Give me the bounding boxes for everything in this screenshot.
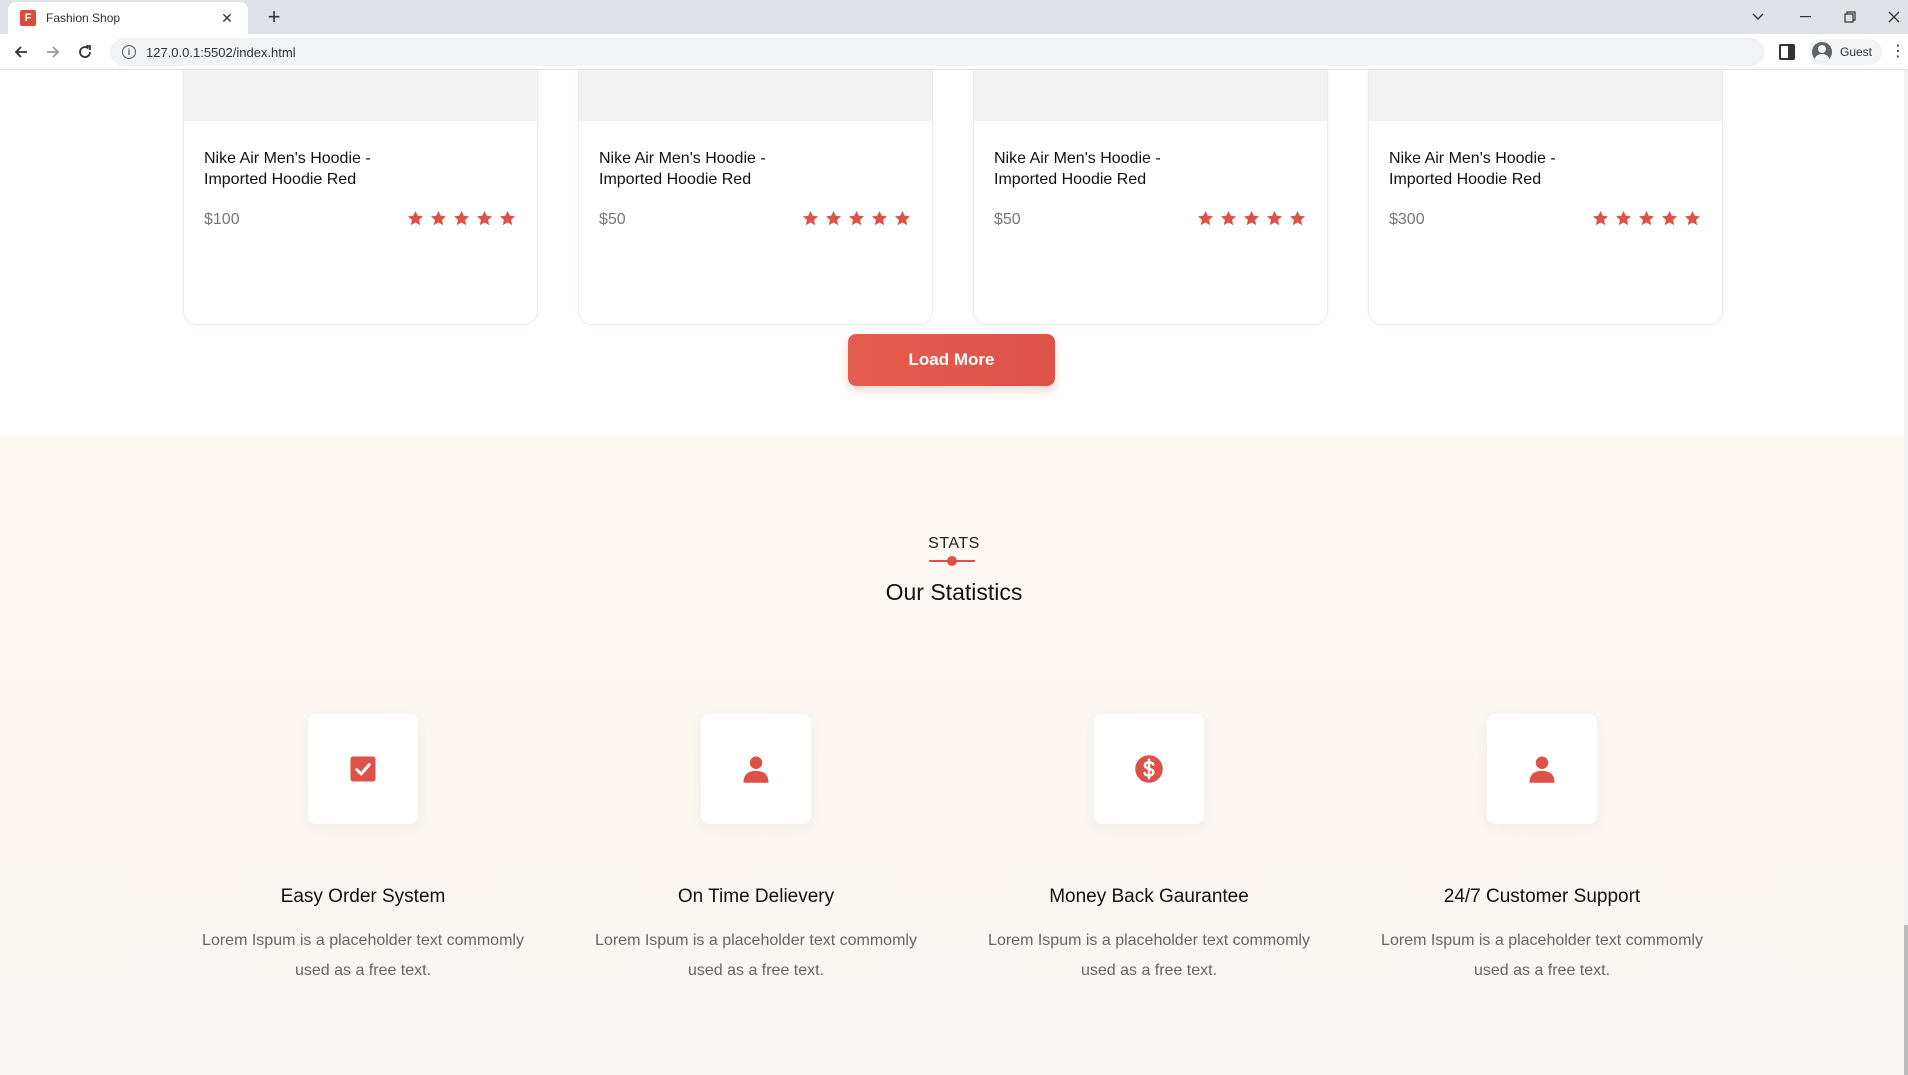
star-icon xyxy=(1288,209,1307,228)
star-icon xyxy=(870,209,889,228)
feature-icon-box xyxy=(1487,714,1597,824)
star-icon xyxy=(801,209,820,228)
user-icon xyxy=(1527,754,1557,784)
product-card[interactable]: Nike Air Men's Hoodie - Imported Hoodie … xyxy=(973,70,1328,325)
page-scrollbar[interactable] xyxy=(1904,70,1908,1075)
tab-title: Fashion Shop xyxy=(46,11,121,25)
star-icon xyxy=(452,209,471,228)
reload-icon[interactable] xyxy=(72,40,98,64)
close-window-icon[interactable] xyxy=(1874,4,1908,30)
feature-title: On Time Delievery xyxy=(677,886,835,907)
feature-description: Lorem Ispum is a placeholder text commom… xyxy=(595,932,917,979)
feature-icon-box xyxy=(701,714,811,824)
info-icon[interactable]: i xyxy=(122,45,136,59)
tab-bar: F Fashion Shop ✕ + xyxy=(0,0,1908,34)
star-icon xyxy=(1591,209,1610,228)
star-icon xyxy=(847,209,866,228)
star-icon xyxy=(1242,209,1261,228)
product-name[interactable]: Nike Air Men's Hoodie - Imported Hoodie … xyxy=(994,148,1194,190)
section-divider xyxy=(929,556,975,566)
menu-icon[interactable]: ⋮ xyxy=(1890,42,1906,62)
address-bar: i 127.0.0.1:5502/index.html Guest ⋮ xyxy=(0,34,1908,70)
product-price: $100 xyxy=(204,211,240,228)
feature-title: 24/7 Customer Support xyxy=(1443,886,1641,907)
feature-title: Easy Order System xyxy=(280,886,446,907)
product-image[interactable] xyxy=(184,70,537,121)
product-card[interactable]: Nike Air Men's Hoodie - Imported Hoodie … xyxy=(1368,70,1723,325)
section-label: STATS xyxy=(928,535,980,552)
star-icon xyxy=(824,209,843,228)
tab-search-icon[interactable] xyxy=(1738,4,1778,30)
product-name[interactable]: Nike Air Men's Hoodie - Imported Hoodie … xyxy=(1389,148,1589,190)
section-title: Our Statistics xyxy=(885,579,1023,605)
favicon-icon: F xyxy=(20,10,36,26)
product-card[interactable]: Nike Air Men's Hoodie - Imported Hoodie … xyxy=(183,70,538,325)
product-name[interactable]: Nike Air Men's Hoodie - Imported Hoodie … xyxy=(599,148,799,190)
url-text: 127.0.0.1:5502/index.html xyxy=(146,44,296,60)
restore-icon[interactable] xyxy=(1830,4,1870,30)
user-icon xyxy=(741,754,771,784)
feature-description: Lorem Ispum is a placeholder text commom… xyxy=(1381,932,1703,979)
star-icon xyxy=(475,209,494,228)
product-card[interactable]: Nike Air Men's Hoodie - Imported Hoodie … xyxy=(578,70,933,325)
product-rating xyxy=(406,209,517,228)
product-rating xyxy=(1591,209,1702,228)
star-icon xyxy=(1196,209,1215,228)
page-viewport: Nike Air Men's Hoodie - Imported Hoodie … xyxy=(0,70,1908,1075)
product-price: $50 xyxy=(994,211,1021,228)
star-icon xyxy=(893,209,912,228)
forward-icon[interactable] xyxy=(40,40,66,64)
close-tab-icon[interactable]: ✕ xyxy=(218,10,236,27)
products-section: Nike Air Men's Hoodie - Imported Hoodie … xyxy=(0,70,1908,436)
star-icon xyxy=(406,209,425,228)
product-image[interactable] xyxy=(579,70,932,121)
new-tab-button[interactable]: + xyxy=(260,4,288,30)
star-icon xyxy=(1614,209,1633,228)
product-rating xyxy=(1196,209,1307,228)
star-icon xyxy=(1265,209,1284,228)
star-icon xyxy=(498,209,517,228)
load-more-button[interactable]: Load More xyxy=(848,334,1055,386)
stats-section: STATS Our Statistics Easy Order System Lo… xyxy=(0,436,1908,1075)
star-icon xyxy=(1683,209,1702,228)
product-rating xyxy=(801,209,912,228)
profile-icon xyxy=(1812,42,1832,62)
feature-description: Lorem Ispum is a placeholder text commom… xyxy=(988,932,1310,979)
product-price: $300 xyxy=(1389,211,1425,228)
minimize-icon[interactable] xyxy=(1786,4,1826,30)
product-price: $50 xyxy=(599,211,626,228)
scrollbar-thumb[interactable] xyxy=(1904,925,1908,1075)
product-name[interactable]: Nike Air Men's Hoodie - Imported Hoodie … xyxy=(204,148,404,190)
back-icon[interactable] xyxy=(8,40,34,64)
check-square-icon xyxy=(348,754,378,784)
feature-title: Money Back Gaurantee xyxy=(1049,886,1249,907)
side-panel-icon[interactable] xyxy=(1779,44,1795,60)
product-image[interactable] xyxy=(974,70,1327,121)
feature-icon-box xyxy=(308,714,418,824)
profile-button[interactable]: Guest xyxy=(1808,39,1883,65)
star-icon xyxy=(1219,209,1238,228)
url-input[interactable]: i 127.0.0.1:5502/index.html xyxy=(110,38,1765,66)
star-icon xyxy=(429,209,448,228)
star-icon xyxy=(1637,209,1656,228)
feature-description: Lorem Ispum is a placeholder text commom… xyxy=(202,932,524,979)
dollar-circle-icon xyxy=(1134,754,1164,784)
feature-icon-box xyxy=(1094,714,1204,824)
star-icon xyxy=(1660,209,1679,228)
product-image[interactable] xyxy=(1369,70,1722,121)
profile-label: Guest xyxy=(1840,45,1873,59)
browser-tab[interactable]: F Fashion Shop ✕ xyxy=(8,2,248,34)
